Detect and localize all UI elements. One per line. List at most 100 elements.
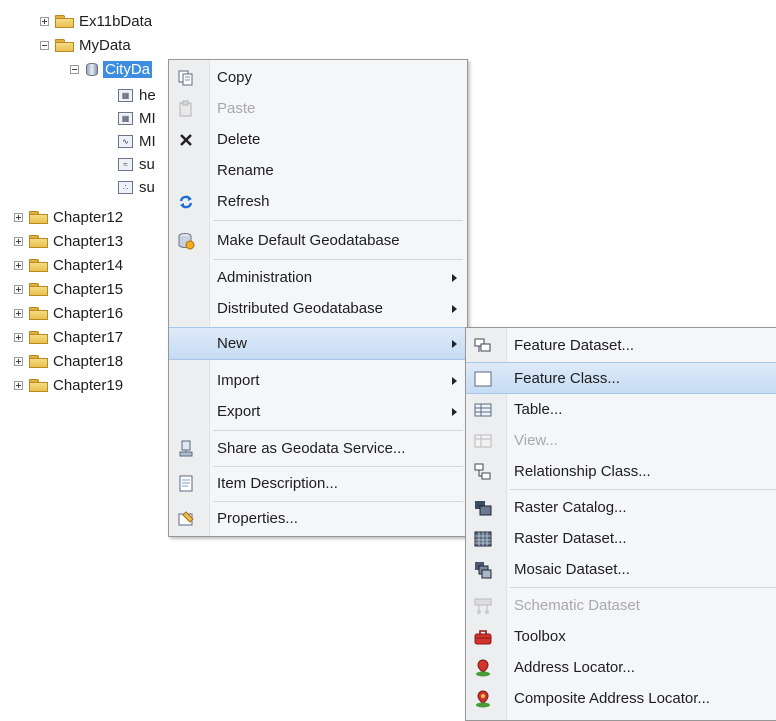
tree-item-chapter[interactable]: Chapter13 [14, 230, 123, 252]
menu-item-feature-dataset[interactable]: Feature Dataset... [466, 330, 776, 361]
folder-icon [29, 306, 48, 320]
expand-icon[interactable] [14, 284, 23, 294]
menu-separator [213, 501, 463, 502]
menu-item-administration[interactable]: Administration [169, 262, 467, 293]
submenu-arrow-icon [452, 305, 457, 313]
collapse-icon[interactable] [40, 40, 49, 50]
menu-item-item-description[interactable]: Item Description... [169, 468, 467, 499]
delete-icon [177, 131, 195, 149]
tree-item-label: CityDa [103, 60, 153, 78]
raster-icon: ▦ [118, 111, 133, 125]
tree-item-chapter[interactable]: Chapter17 [14, 326, 123, 348]
expand-icon[interactable] [14, 212, 23, 222]
tree-item-geodatabase[interactable]: CityDa [70, 58, 153, 80]
properties-icon [177, 510, 195, 528]
default-geodatabase-icon [177, 232, 195, 250]
menu-item-paste[interactable]: Paste [169, 93, 467, 124]
tree-item-label: MI [139, 109, 156, 127]
expand-icon[interactable] [14, 332, 23, 342]
menu-item-raster-dataset[interactable]: Raster Dataset... [466, 523, 776, 554]
tree-item-ex11bdata[interactable]: Ex11bData [40, 10, 152, 32]
menu-item-relationship-class[interactable]: Relationship Class... [466, 456, 776, 487]
geodatabase-icon [85, 62, 99, 77]
folder-icon [29, 234, 48, 248]
tree-item-label: Chapter12 [53, 208, 124, 226]
menu-separator [213, 430, 463, 431]
menu-item-make-default-geodatabase[interactable]: Make Default Geodatabase [169, 225, 467, 256]
menu-item-table[interactable]: Table... [466, 394, 776, 425]
folder-icon [29, 354, 48, 368]
tree-item-label: su [139, 178, 155, 196]
menu-item-properties[interactable]: Properties... [169, 503, 467, 534]
menu-separator [510, 587, 776, 588]
expand-icon[interactable] [14, 236, 23, 246]
tree-item-label: Ex11bData [79, 12, 153, 30]
submenu-arrow-icon [452, 340, 457, 348]
tree-item-feature-class[interactable]: ∴ su [118, 176, 155, 198]
folder-icon [29, 282, 48, 296]
mosaic-dataset-icon [474, 561, 492, 579]
toolbox-icon [474, 628, 492, 646]
folder-icon [55, 14, 74, 28]
menu-item-raster-catalog[interactable]: Raster Catalog... [466, 492, 776, 523]
expand-icon[interactable] [40, 16, 49, 26]
tree-item-feature-class[interactable]: ≈ su [118, 153, 155, 175]
tree-item-mydata[interactable]: MyData [40, 34, 131, 56]
tree-item-chapter[interactable]: Chapter15 [14, 278, 123, 300]
tree-item-label: Chapter15 [53, 280, 124, 298]
menu-item-distributed-geodatabase[interactable]: Distributed Geodatabase [169, 293, 467, 324]
menu-item-schematic-dataset[interactable]: Schematic Dataset [466, 590, 776, 621]
point-feature-icon: ∴ [118, 180, 133, 194]
expand-icon[interactable] [14, 356, 23, 366]
tree-item-feature-class[interactable]: ▦ he [118, 84, 156, 106]
menu-item-copy[interactable]: Copy [169, 62, 467, 93]
menu-separator [213, 220, 463, 221]
tree-item-label: Chapter19 [53, 376, 124, 394]
tree-item-chapter[interactable]: Chapter12 [14, 206, 123, 228]
tree-item-label: MyData [79, 36, 131, 54]
view-icon [474, 432, 492, 450]
menu-item-toolbox[interactable]: Toolbox [466, 621, 776, 652]
tree-item-label: Chapter14 [53, 256, 124, 274]
menu-item-mosaic-dataset[interactable]: Mosaic Dataset... [466, 554, 776, 585]
context-menu: Copy Paste Delete Rename Refresh Make De… [168, 59, 468, 537]
composite-address-locator-icon [474, 690, 492, 708]
tree-item-label: MI [139, 132, 156, 150]
tree-item-chapter[interactable]: Chapter16 [14, 302, 123, 324]
menu-item-refresh[interactable]: Refresh [169, 186, 467, 217]
tree-item-chapter[interactable]: Chapter14 [14, 254, 123, 276]
line-feature-icon: ≈ [118, 157, 133, 171]
tree-item-label: Chapter16 [53, 304, 124, 322]
expand-icon[interactable] [14, 380, 23, 390]
menu-item-composite-address-locator[interactable]: Composite Address Locator... [466, 683, 776, 714]
menu-item-new[interactable]: New [169, 327, 467, 360]
tree-item-chapter[interactable]: Chapter19 [14, 374, 123, 396]
raster-icon: ▦ [118, 88, 133, 102]
collapse-icon[interactable] [70, 64, 79, 74]
menu-item-feature-class[interactable]: Feature Class... [466, 362, 776, 394]
raster-catalog-icon [474, 499, 492, 517]
submenu-arrow-icon [452, 377, 457, 385]
folder-icon [29, 378, 48, 392]
menu-item-delete[interactable]: Delete [169, 124, 467, 155]
tree-item-label: Chapter13 [53, 232, 124, 250]
menu-separator [213, 466, 463, 467]
tree-item-feature-class[interactable]: ▦ MI [118, 107, 156, 129]
expand-icon[interactable] [14, 308, 23, 318]
menu-item-view[interactable]: View... [466, 425, 776, 456]
new-submenu: Feature Dataset... Feature Class... Tabl… [465, 327, 776, 721]
menu-item-share-as-geodata-service[interactable]: Share as Geodata Service... [169, 433, 467, 464]
menu-item-address-locator[interactable]: Address Locator... [466, 652, 776, 683]
menu-item-export[interactable]: Export [169, 396, 467, 427]
share-service-icon [177, 440, 195, 458]
refresh-icon [177, 193, 195, 211]
tree-item-label: su [139, 155, 155, 173]
feature-class-icon [474, 370, 492, 388]
menu-item-rename[interactable]: Rename [169, 155, 467, 186]
tree-item-feature-class[interactable]: ∿ MI [118, 130, 156, 152]
expand-icon[interactable] [14, 260, 23, 270]
paste-icon [177, 100, 195, 118]
tree-item-chapter[interactable]: Chapter18 [14, 350, 123, 372]
menu-item-import[interactable]: Import [169, 365, 467, 396]
submenu-arrow-icon [452, 408, 457, 416]
